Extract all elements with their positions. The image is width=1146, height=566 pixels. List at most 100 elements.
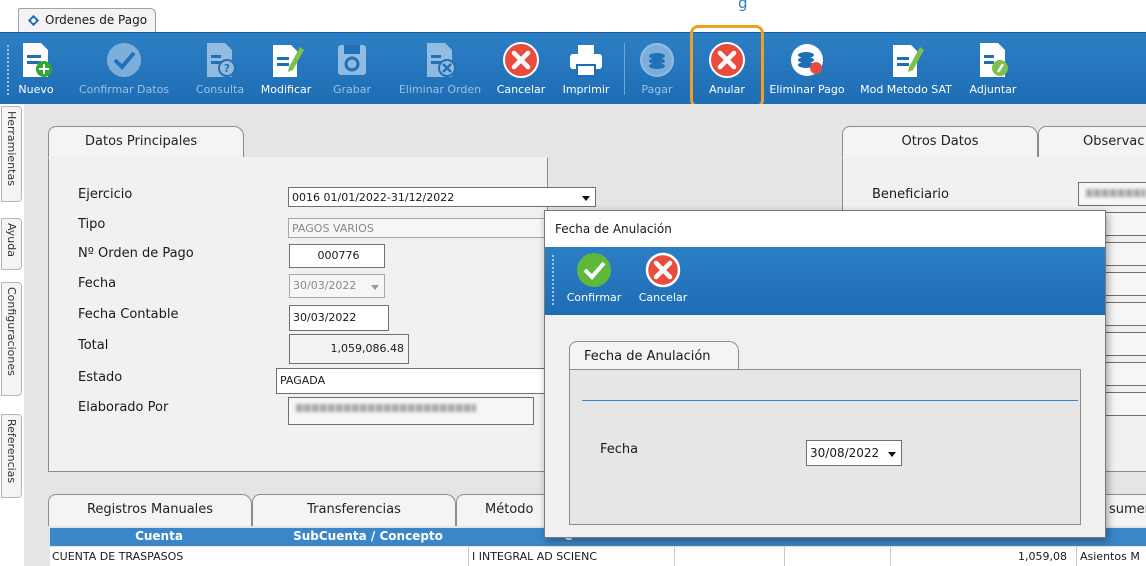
side-tab-configuraciones-label: Configuraciones [5, 287, 18, 376]
side-tab-referencias-label: Referencias [5, 419, 18, 484]
otros-field-2[interactable] [1104, 242, 1146, 266]
dialog-body-panel: Fecha 30/08/2022 [569, 369, 1081, 525]
otros-field-5[interactable] [1104, 332, 1146, 356]
dialog-divider [582, 400, 1078, 401]
grid-divider [890, 547, 891, 566]
total-field[interactable]: 1,059,086.48 [289, 334, 409, 364]
toolbar-grip[interactable] [7, 45, 9, 95]
eliminar-pago-button[interactable]: Eliminar Pago [764, 35, 850, 101]
pagar-button[interactable]: Pagar [632, 35, 682, 101]
orden-pago-field[interactable]: 000776 [289, 244, 385, 268]
confirmar-datos-button[interactable]: Confirmar Datos [62, 35, 186, 101]
elaborado-por-field[interactable] [288, 397, 534, 425]
cell-extra: Asientos M [1080, 550, 1140, 563]
side-tab-herramientas-label: Herramientas [5, 111, 18, 186]
dialog-fecha-field[interactable]: 30/08/2022 [806, 440, 902, 466]
modificar-button[interactable]: Modificar [254, 35, 318, 101]
cell-concepto: I INTEGRAL AD SCIENC [472, 550, 598, 563]
nuevo-button[interactable]: Nuevo [16, 35, 56, 101]
ejercicio-value: 0016 01/01/2022-31/12/2022 [292, 191, 455, 204]
tab-ordenes-de-pago[interactable]: Ordenes de Pago [18, 8, 157, 32]
dialog-fecha-value: 30/08/2022 [810, 446, 880, 460]
adjuntar-button[interactable]: Adjuntar [962, 35, 1024, 101]
eliminar-pago-label: Eliminar Pago [769, 83, 845, 96]
tab-observaciones[interactable]: Observac [1038, 126, 1146, 158]
mod-metodo-sat-label: Mod Metodo SAT [860, 83, 952, 96]
fecha-contable-field[interactable]: 30/03/2022 [289, 305, 389, 331]
cancel-icon [645, 252, 681, 288]
table-row[interactable]: CUENTA DE TRASPASOS I INTEGRAL AD SCIENC… [50, 547, 1146, 566]
column-subcuenta[interactable]: SubCuenta / Concepto [268, 529, 468, 543]
eliminar-orden-button[interactable]: Eliminar Orden [392, 35, 488, 101]
toolbar-separator [624, 43, 625, 95]
cell-cuenta: CUENTA DE TRASPASOS [52, 550, 184, 563]
fecha-value: 30/03/2022 [293, 279, 357, 292]
otros-field-1[interactable] [1104, 212, 1146, 236]
grabar-button[interactable]: Grabar [326, 35, 378, 101]
orden-pago-value: 000776 [317, 249, 360, 262]
cancelar-button[interactable]: Cancelar [492, 35, 550, 101]
tab-otros-datos-label: Otros Datos [901, 134, 979, 149]
total-value: 1,059,086.48 [330, 342, 404, 355]
otros-field-3[interactable] [1104, 272, 1146, 296]
column-cuenta[interactable]: Cuenta [50, 529, 268, 543]
chevron-down-icon [371, 285, 379, 290]
dialog-fecha-label: Fecha [600, 442, 639, 457]
tab-registros-manuales-label: Registros Manuales [86, 502, 214, 517]
otros-field-4[interactable] [1104, 302, 1146, 326]
grabar-label: Grabar [332, 83, 372, 96]
side-tab-ayuda[interactable]: Ayuda [1, 218, 22, 270]
dialog-tab-label: Fecha de Anulación [584, 349, 711, 364]
side-tab-referencias[interactable]: Referencias [1, 414, 22, 498]
save-icon [338, 45, 366, 75]
tipo-label: Tipo [78, 217, 106, 232]
ejercicio-select[interactable]: 0016 01/01/2022-31/12/2022 [288, 187, 596, 207]
orden-pago-label: Nº Orden de Pago [78, 246, 194, 261]
cancelar-label: Cancelar [496, 83, 546, 96]
dialog-title: Fecha de Anulación [545, 211, 1105, 247]
dialog-confirmar-button[interactable]: Confirmar [561, 247, 627, 313]
document-edit-icon [893, 45, 924, 77]
tab-transferencias-label: Transferencias [307, 502, 401, 517]
coins-icon [640, 43, 674, 77]
tab-otros-datos[interactable]: Otros Datos [842, 126, 1038, 158]
anular-highlight-frame [690, 25, 764, 108]
side-tab-configuraciones[interactable]: Configuraciones [1, 282, 22, 396]
grid-divider [784, 547, 785, 566]
mod-metodo-sat-button[interactable]: Mod Metodo SAT [856, 35, 956, 101]
tab-datos-principales-label: Datos Principales [85, 134, 198, 149]
imprimir-button[interactable]: Imprimir [556, 35, 616, 101]
dialog-cancelar-label: Cancelar [638, 291, 688, 304]
fecha-label: Fecha [78, 276, 117, 291]
grid-divider [468, 547, 469, 566]
dialog-toolbar-grip[interactable] [552, 255, 554, 307]
svg-text:?: ? [224, 62, 230, 75]
consulta-button[interactable]: ? Consulta [190, 35, 250, 101]
confirmar-datos-label: Confirmar Datos [78, 83, 170, 96]
app-icon [27, 14, 40, 27]
tab-resumen-label: sumen [1109, 502, 1146, 517]
grid-divider [1076, 547, 1077, 566]
dialog-tab-fecha-anulacion[interactable]: Fecha de Anulación [569, 341, 739, 371]
coins-delete-icon [791, 44, 823, 76]
tipo-value: PAGOS VARIOS [292, 222, 374, 235]
otros-field-7[interactable] [1104, 392, 1146, 416]
tab-transferencias[interactable]: Transferencias [252, 494, 456, 526]
otros-field-6[interactable] [1104, 362, 1146, 386]
beneficiario-field[interactable] [1078, 182, 1146, 206]
estado-value: PAGADA [280, 374, 326, 387]
tab-resumen[interactable]: sumen [1100, 494, 1146, 526]
tab-datos-principales[interactable]: Datos Principales [48, 126, 244, 158]
side-tab-herramientas[interactable]: Herramientas [1, 106, 22, 202]
new-document-icon [23, 43, 52, 77]
fecha-field[interactable]: 30/03/2022 [289, 274, 385, 298]
document-edit-icon [273, 45, 304, 77]
modificar-label: Modificar [260, 83, 312, 96]
dialog-cancelar-button[interactable]: Cancelar [633, 247, 693, 313]
total-label: Total [78, 338, 109, 353]
elaborado-por-label: Elaborado Por [78, 400, 169, 415]
estado-field[interactable]: PAGADA [276, 368, 548, 394]
tab-registros-manuales[interactable]: Registros Manuales [48, 494, 252, 526]
tipo-field[interactable]: PAGOS VARIOS [288, 218, 548, 238]
window-tab-strip: Ordenes de Pago g [0, 0, 1146, 32]
